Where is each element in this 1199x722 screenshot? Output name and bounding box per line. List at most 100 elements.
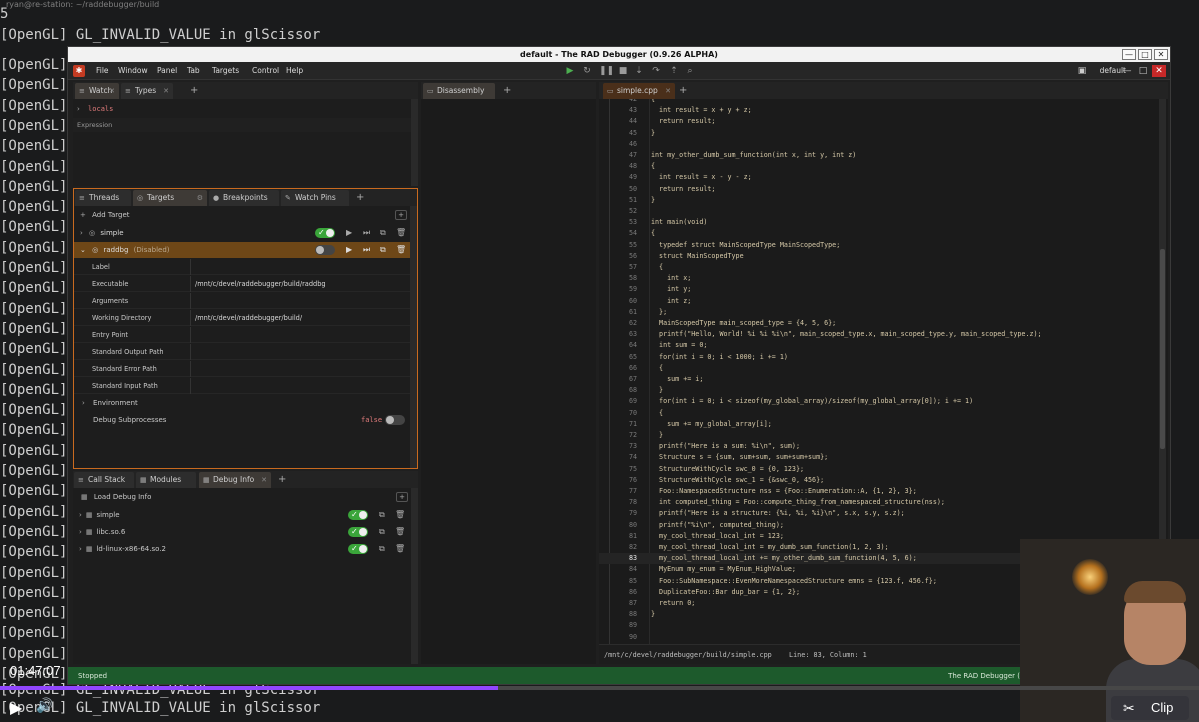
tab-simple-cpp[interactable]: ▭ simple.cpp ✕: [603, 83, 675, 99]
debug-subprocesses-row[interactable]: Debug Subprocesses false: [74, 412, 417, 428]
line-number[interactable]: 46: [619, 139, 637, 150]
code-line[interactable]: 71 sum += my_global_array[i];: [599, 419, 1168, 430]
menu-file[interactable]: File: [96, 62, 109, 80]
code-line[interactable]: 75 StructureWithCycle swc_0 = {0, 123};: [599, 464, 1168, 475]
code-line[interactable]: 44 return result;: [599, 116, 1168, 127]
maximize-icon[interactable]: □: [1136, 65, 1150, 77]
line-number[interactable]: 84: [619, 564, 637, 575]
line-number[interactable]: 80: [619, 520, 637, 531]
line-number[interactable]: 82: [619, 542, 637, 553]
window-minimize-button[interactable]: —: [1122, 49, 1136, 60]
code-line[interactable]: 49 int result = x - y - z;: [599, 172, 1168, 183]
line-number[interactable]: 53: [619, 217, 637, 228]
expand-chevron-icon[interactable]: ›: [79, 511, 82, 519]
step-out-icon[interactable]: ⇡: [668, 65, 680, 77]
line-number[interactable]: 68: [619, 385, 637, 396]
close-icon[interactable]: ✕: [261, 472, 267, 488]
code-line[interactable]: 48 {: [599, 161, 1168, 172]
code-line[interactable]: 64 int sum = 0;: [599, 340, 1168, 351]
code-line[interactable]: 69 for(int i = 0; i < sizeof(my_global_a…: [599, 396, 1168, 407]
tab-debug-info[interactable]: ▦ Debug Info ✕: [199, 472, 271, 488]
clip-button[interactable]: ✂ Clip: [1111, 696, 1189, 720]
line-number[interactable]: 77: [619, 486, 637, 497]
prop-value[interactable]: /mnt/c/devel/raddebugger/build/raddbg: [195, 276, 326, 292]
debug-subprocesses-toggle[interactable]: [385, 415, 405, 425]
line-number[interactable]: 76: [619, 475, 637, 486]
delete-icon[interactable]: 🗑: [395, 507, 405, 523]
line-number[interactable]: 85: [619, 576, 637, 587]
code-line[interactable]: 63 printf("Hello, World! %i %i %i\n", ma…: [599, 329, 1168, 340]
line-number[interactable]: 67: [619, 374, 637, 385]
code-line[interactable]: 51}: [599, 195, 1168, 206]
tab-disassembly[interactable]: ▭ Disassembly: [423, 83, 495, 99]
code-line[interactable]: 59 int y;: [599, 284, 1168, 295]
step-over-icon[interactable]: ↷: [650, 65, 662, 77]
prop-value[interactable]: /mnt/c/devel/raddebugger/build/: [195, 310, 302, 326]
tab-watch[interactable]: ≡ Watch ✕: [75, 83, 119, 99]
step-icon[interactable]: ⏭: [363, 242, 370, 258]
play-icon[interactable]: ▶: [10, 698, 22, 717]
line-number[interactable]: 75: [619, 464, 637, 475]
add-target-button[interactable]: +: [395, 210, 407, 220]
code-line[interactable]: 80 printf("%i\n", computed_thing);: [599, 520, 1168, 531]
code-line[interactable]: 68 }: [599, 385, 1168, 396]
close-icon[interactable]: ✕: [163, 83, 169, 99]
minimize-icon[interactable]: —: [1120, 65, 1134, 77]
close-icon[interactable]: ✕: [109, 83, 115, 99]
expand-chevron-icon[interactable]: ›: [79, 545, 82, 553]
delete-icon[interactable]: 🗑: [396, 242, 406, 258]
line-number[interactable]: 61: [619, 307, 637, 318]
code-line[interactable]: 76 StructureWithCycle swc_1 = {&swc_0, 4…: [599, 475, 1168, 486]
line-number[interactable]: 60: [619, 296, 637, 307]
line-number[interactable]: 43: [619, 105, 637, 116]
line-number[interactable]: 79: [619, 508, 637, 519]
tab-breakpoints[interactable]: ● Breakpoints: [209, 190, 279, 206]
line-number[interactable]: 56: [619, 251, 637, 262]
line-number[interactable]: 55: [619, 240, 637, 251]
menu-window[interactable]: Window: [118, 62, 148, 80]
window-close-button[interactable]: ✕: [1154, 49, 1168, 60]
line-number[interactable]: 78: [619, 497, 637, 508]
menu-targets[interactable]: Targets: [212, 62, 239, 80]
line-number[interactable]: 83: [619, 553, 637, 564]
debuginfo-scrollbar[interactable]: [411, 488, 418, 664]
menu-panel[interactable]: Panel: [157, 62, 177, 80]
code-line[interactable]: 53 int main(void): [599, 217, 1168, 228]
code-line[interactable]: 70 {: [599, 408, 1168, 419]
code-line[interactable]: 58 int x;: [599, 273, 1168, 284]
code-line[interactable]: 55 typedef struct MainScopedType MainSco…: [599, 240, 1168, 251]
line-number[interactable]: 86: [619, 587, 637, 598]
target-prop-row[interactable]: Label: [74, 259, 417, 275]
code-line[interactable]: 67 sum += i;: [599, 374, 1168, 385]
line-number[interactable]: 49: [619, 172, 637, 183]
close-icon[interactable]: ✕: [665, 83, 671, 99]
code-line[interactable]: 79 printf("Here is a structure: {%i, %i,…: [599, 508, 1168, 519]
locals-row[interactable]: › locals: [73, 102, 418, 116]
line-number[interactable]: 50: [619, 184, 637, 195]
load-debug-info-button[interactable]: +: [396, 492, 408, 502]
play-icon[interactable]: ▶: [346, 225, 352, 241]
code-line[interactable]: 43 int result = x + y + z;: [599, 105, 1168, 116]
module-row[interactable]: › ▦ libc.so.6 ✓ ⧉ 🗑: [73, 524, 418, 540]
line-number[interactable]: 73: [619, 441, 637, 452]
line-number[interactable]: 63: [619, 329, 637, 340]
copy-icon[interactable]: ⧉: [379, 507, 385, 523]
line-number[interactable]: 70: [619, 408, 637, 419]
stop-icon[interactable]: ■: [617, 65, 629, 77]
code-line[interactable]: 54 {: [599, 228, 1168, 239]
code-line[interactable]: 62 MainScopedType main_scoped_type = {4,…: [599, 318, 1168, 329]
code-line[interactable]: 47 int my_other_dumb_sum_function(int x, …: [599, 150, 1168, 161]
restart-icon[interactable]: ↻: [581, 65, 593, 77]
target-prop-row[interactable]: Standard Input Path: [74, 378, 417, 394]
code-line[interactable]: 77 Foo::NamespacedStructure nss = {Foo::…: [599, 486, 1168, 497]
pause-icon[interactable]: ❚❚: [599, 65, 614, 77]
delete-icon[interactable]: 🗑: [396, 225, 406, 241]
add-tab-button[interactable]: +: [679, 83, 687, 99]
tab-threads[interactable]: ≡ Threads: [75, 190, 131, 206]
delete-icon[interactable]: 🗑: [395, 524, 405, 540]
target-prop-row[interactable]: Executable/mnt/c/devel/raddebugger/build…: [74, 276, 417, 292]
code-line[interactable]: 46: [599, 139, 1168, 150]
code-line[interactable]: 57 {: [599, 262, 1168, 273]
line-number[interactable]: 71: [619, 419, 637, 430]
line-number[interactable]: 44: [619, 116, 637, 127]
